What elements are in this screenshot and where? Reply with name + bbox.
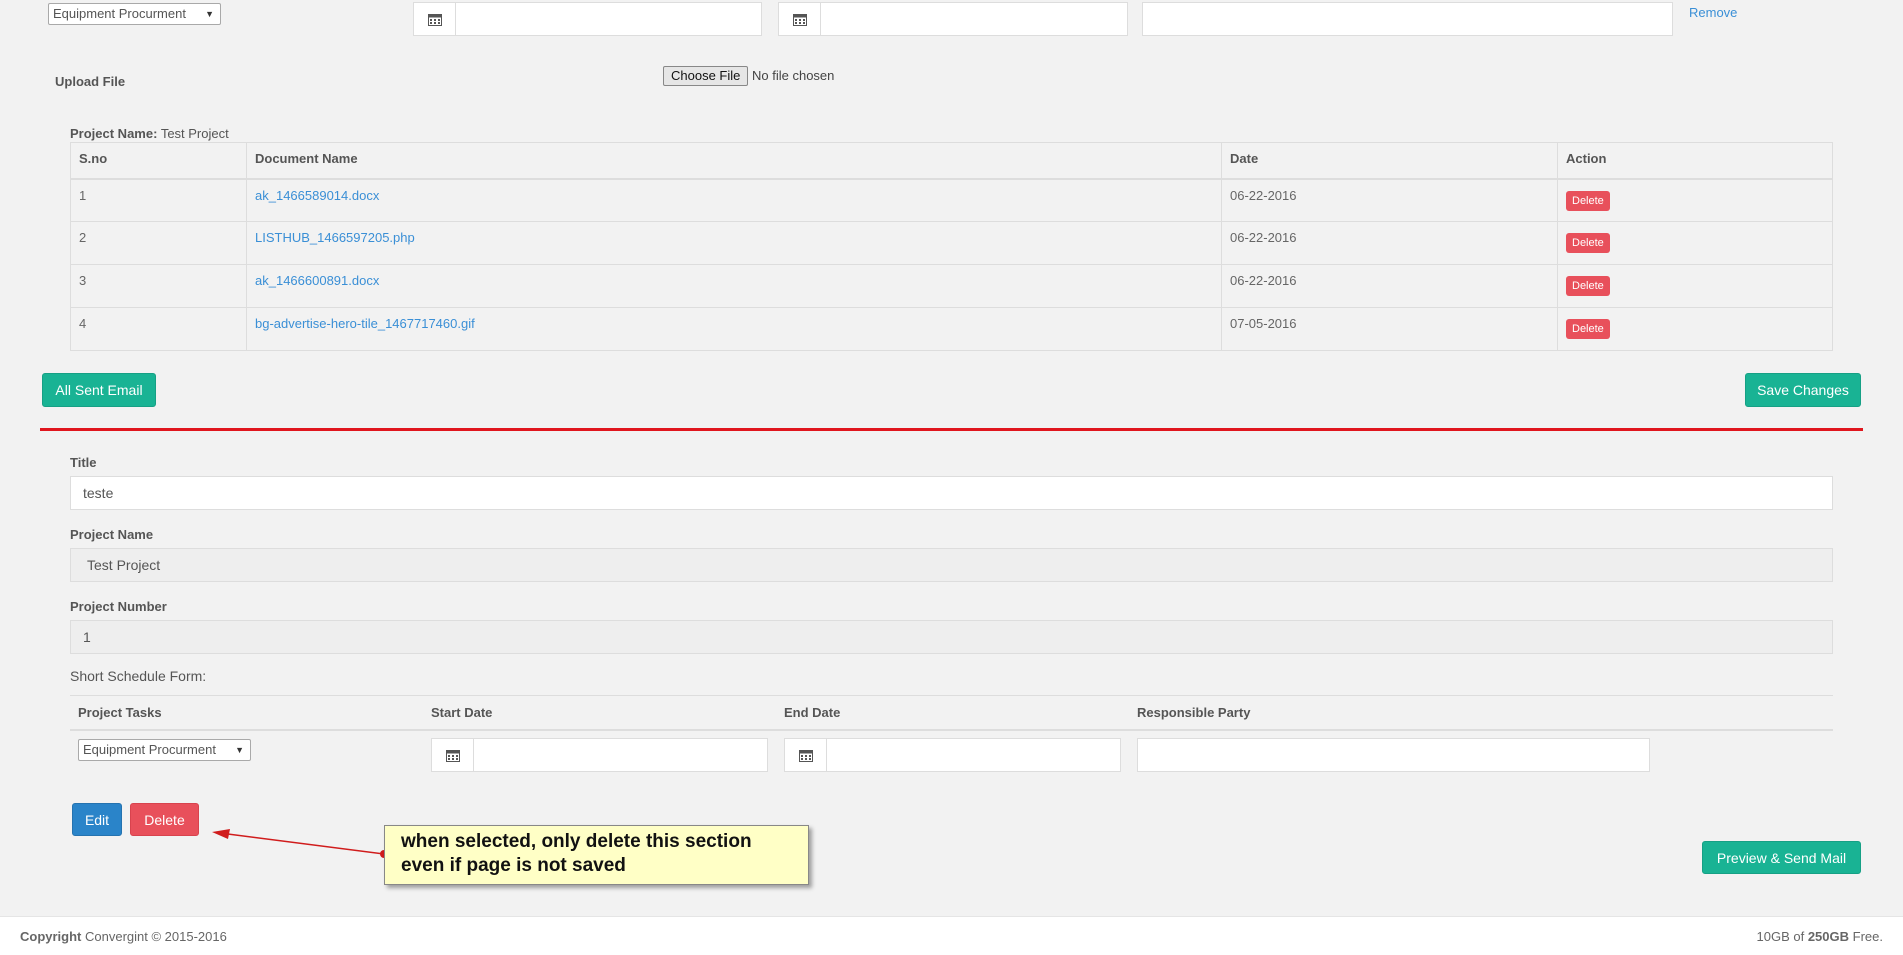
column-header-sno: S.no [70,142,247,180]
schedule-top-rule [70,695,1833,696]
document-link[interactable]: bg-advertise-hero-tile_1467717460.gif [255,316,475,331]
dropdown-arrow-icon: ▼ [235,745,244,755]
delete-document-button[interactable]: Delete [1566,276,1610,296]
upload-file-label: Upload File [55,74,126,89]
table-row: 3 ak_1466600891.docx 06-22-2016 Delete [70,264,1833,308]
delete-document-button[interactable]: Delete [1566,233,1610,253]
start-date-top[interactable] [413,2,762,36]
column-header-end-date: End Date [784,705,841,720]
project-name-heading: Project Name: Test Project [70,126,229,141]
dropdown-arrow-icon: ▼ [205,9,214,19]
row-sno: 4 [70,307,247,351]
file-status: No file chosen [752,68,835,83]
task-select-top-value: Equipment Procurment [53,6,186,21]
calendar-icon[interactable] [779,3,821,35]
documents-table: S.no Document Name Date Action 1 ak_1466… [70,142,1833,351]
annotation-line-1: when selected, only delete this section [401,831,752,852]
footer: Copyright Convergint © 2015-2016 10GB of… [0,916,1903,955]
calendar-icon[interactable] [785,739,827,771]
schedule-header-rule [70,729,1833,731]
project-number-field: 1 [70,620,1833,654]
annotation-arrow [212,829,388,858]
delete-document-button[interactable]: Delete [1566,190,1610,211]
calendar-icon[interactable] [414,3,456,35]
column-header-responsible-party: Responsible Party [1137,705,1251,720]
task-select-value: Equipment Procurment [83,742,216,757]
end-date-field[interactable] [784,738,1121,772]
title-input[interactable]: teste [70,476,1833,510]
all-sent-email-button[interactable]: All Sent Email [42,373,156,407]
remove-link[interactable]: Remove [1689,5,1737,20]
table-row: 2 LISTHUB_1466597205.php 06-22-2016 Dele… [70,221,1833,265]
table-header-row: S.no Document Name Date Action [70,142,1833,180]
project-name-label: Project Name [70,527,154,542]
row-sno: 2 [70,221,247,265]
preview-send-mail-button[interactable]: Preview & Send Mail [1702,841,1861,874]
choose-file-button[interactable]: Choose File [663,66,749,86]
delete-document-button[interactable]: Delete [1566,319,1610,339]
column-header-date: Date [1221,142,1558,180]
column-header-action: Action [1557,142,1833,180]
column-header-start-date: Start Date [431,705,493,720]
short-schedule-label: Short Schedule Form: [70,668,207,684]
copyright-label: Copyright [20,929,82,944]
delete-section-button[interactable]: Delete [130,803,199,836]
document-link[interactable]: ak_1466600891.docx [255,273,379,288]
annotation-line-2: even if page is not saved [401,855,626,876]
project-number-label: Project Number [70,599,167,614]
start-date-field[interactable] [431,738,768,772]
table-row: 4 bg-advertise-hero-tile_1467717460.gif … [70,307,1833,351]
calendar-icon[interactable] [432,739,474,771]
save-changes-button[interactable]: Save Changes [1745,373,1861,407]
storage-total: 250GB [1807,929,1850,944]
title-label: Title [70,455,97,470]
row-date: 06-22-2016 [1221,178,1558,222]
table-row: 1 ak_1466589014.docx 06-22-2016 Delete [70,178,1833,222]
row-sno: 1 [70,178,247,222]
section-divider [40,428,1863,431]
storage-suffix: Free. [1852,929,1883,944]
row-sno: 3 [70,264,247,308]
end-date-top[interactable] [778,2,1128,36]
storage-info: 10GB of 250GB Free. [1757,929,1884,944]
task-select[interactable]: Equipment Procurment ▼ [78,739,251,761]
document-link[interactable]: LISTHUB_1466597205.php [255,230,415,245]
project-name-key: Project Name: [70,126,158,141]
copyright-text: Convergint © 2015-2016 [85,929,227,944]
responsible-party-field[interactable] [1137,738,1650,772]
copyright: Copyright Convergint © 2015-2016 [20,929,227,944]
edit-button[interactable]: Edit [72,803,122,836]
row-date: 06-22-2016 [1221,264,1558,308]
row-date: 07-05-2016 [1221,307,1558,351]
project-name-value: Test Project [160,126,229,141]
task-select-top[interactable]: Equipment Procurment ▼ [48,3,221,25]
annotation-callout: when selected, only delete this section … [384,825,809,885]
document-link[interactable]: ak_1466589014.docx [255,188,379,203]
row-date: 06-22-2016 [1221,221,1558,265]
storage-used: 10GB of [1756,929,1805,944]
column-header-document-name: Document Name [246,142,1222,180]
project-name-field: Test Project [70,548,1833,582]
column-header-project-tasks: Project Tasks [78,705,162,720]
responsible-party-top[interactable] [1142,2,1673,36]
